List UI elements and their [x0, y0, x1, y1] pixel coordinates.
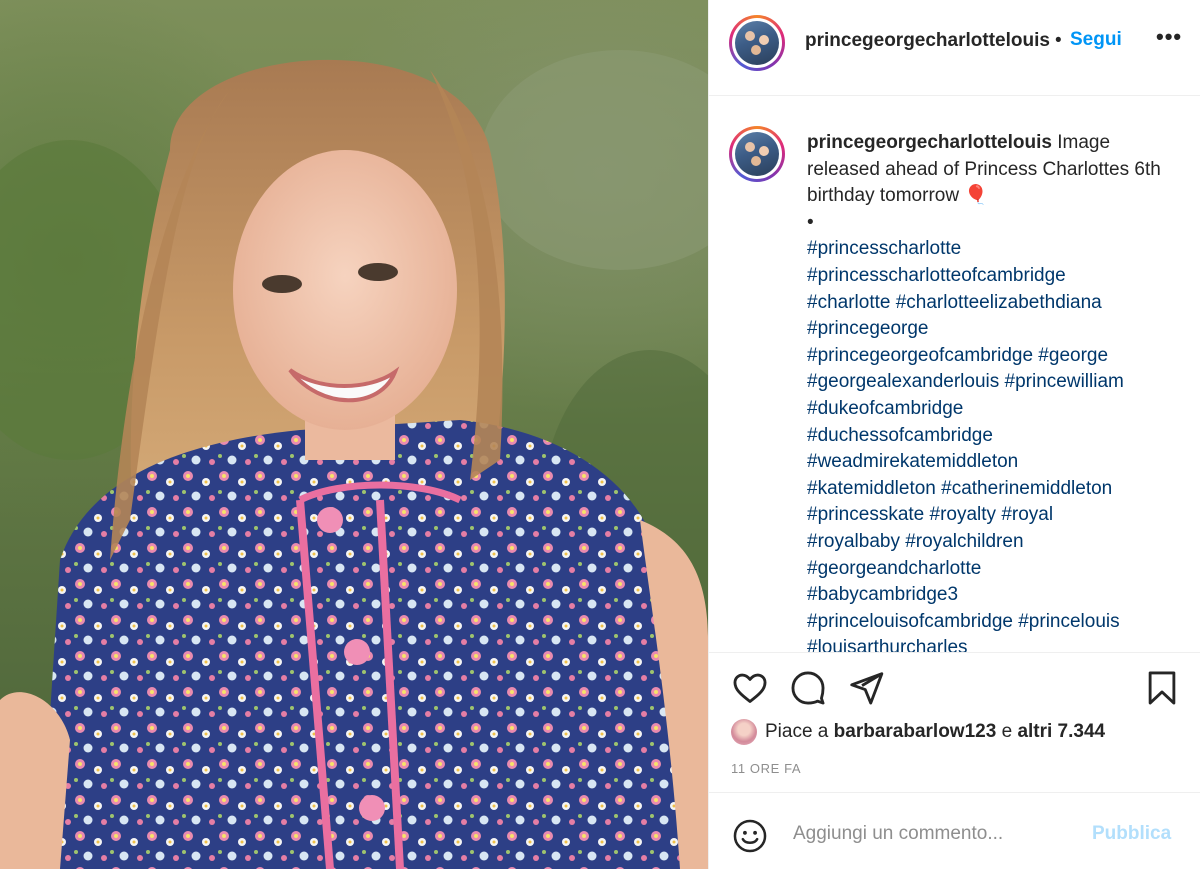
emoji-icon[interactable] [731, 817, 769, 855]
liker-username[interactable]: barbarabarlow123 [834, 721, 997, 742]
hashtag-line[interactable]: #princelouisofcambridge #princelouis [807, 609, 1182, 636]
bookmark-icon[interactable] [1143, 669, 1181, 707]
hashtag-list: #princesscharlotte #princesscharlotteofc… [807, 236, 1182, 652]
likes-prefix: Piace a [765, 721, 829, 743]
likes-summary: Piace a barbarabarlow123 e altri 7.344 [731, 719, 1105, 749]
post-photo-illustration [0, 50, 708, 869]
hashtag-line[interactable]: #princesscharlotteofcambridge [807, 263, 1182, 290]
hashtag-line[interactable]: #georgealexanderlouis #princewilliam [807, 369, 1182, 396]
comment-bar: Pubblica [709, 792, 1200, 869]
post-header: princegeorgecharlottelouis • Segui ••• [709, 0, 1200, 96]
post-sidebar: princegeorgecharlottelouis • Segui ••• p… [708, 0, 1200, 869]
liker-avatar[interactable] [731, 719, 757, 745]
caption-section: princegeorgecharlottelouis Image release… [709, 96, 1200, 652]
hashtag-line[interactable]: #princesskate #royalty #royal [807, 502, 1182, 529]
hashtag-line[interactable]: #weadmirekatemiddleton [807, 449, 1182, 476]
header-separator: • [1055, 30, 1062, 51]
hashtag-line[interactable]: #louisarthurcharles [807, 635, 1182, 652]
heart-icon[interactable] [731, 669, 769, 707]
caption-username[interactable]: princegeorgecharlottelouis [807, 132, 1052, 153]
caption-avatar[interactable] [729, 126, 785, 182]
post-timestamp[interactable]: 11 ORE FA [731, 761, 801, 776]
publish-button[interactable]: Pubblica [1092, 823, 1171, 845]
header-username[interactable]: princegeorgecharlottelouis [805, 30, 1050, 52]
caption-text: princegeorgecharlottelouis Image release… [807, 130, 1182, 652]
hashtag-line[interactable]: #princegeorgeofcambridge #george [807, 343, 1182, 370]
hashtag-line[interactable]: #princesscharlotte [807, 236, 1182, 263]
hashtag-line[interactable]: #duchessofcambridge [807, 423, 1182, 450]
action-bar: Piace a barbarabarlow123 e altri 7.344 1… [709, 652, 1200, 792]
follow-button[interactable]: Segui [1070, 29, 1122, 51]
comment-input[interactable] [791, 815, 1075, 853]
profile-avatar[interactable] [729, 15, 785, 71]
comment-icon[interactable] [789, 669, 827, 707]
hashtag-line[interactable]: #babycambridge3 [807, 582, 1182, 609]
hashtag-line[interactable]: #princegeorge [807, 316, 1182, 343]
likes-conjunction: e [1001, 721, 1013, 743]
likes-count[interactable]: altri 7.344 [1017, 721, 1105, 742]
post-image[interactable] [0, 0, 708, 869]
more-options-icon[interactable]: ••• [1156, 24, 1182, 50]
hashtag-line[interactable]: #charlotte #charlotteelizabethdiana [807, 290, 1182, 317]
hashtag-line[interactable]: #dukeofcambridge [807, 396, 1182, 423]
hashtag-line[interactable]: #katemiddleton #catherinemiddleton [807, 476, 1182, 503]
hashtag-line[interactable]: #georgeandcharlotte [807, 556, 1182, 583]
caption-bullet: • [807, 211, 814, 233]
share-icon[interactable] [847, 669, 885, 707]
hashtag-line[interactable]: #royalbaby #royalchildren [807, 529, 1182, 556]
